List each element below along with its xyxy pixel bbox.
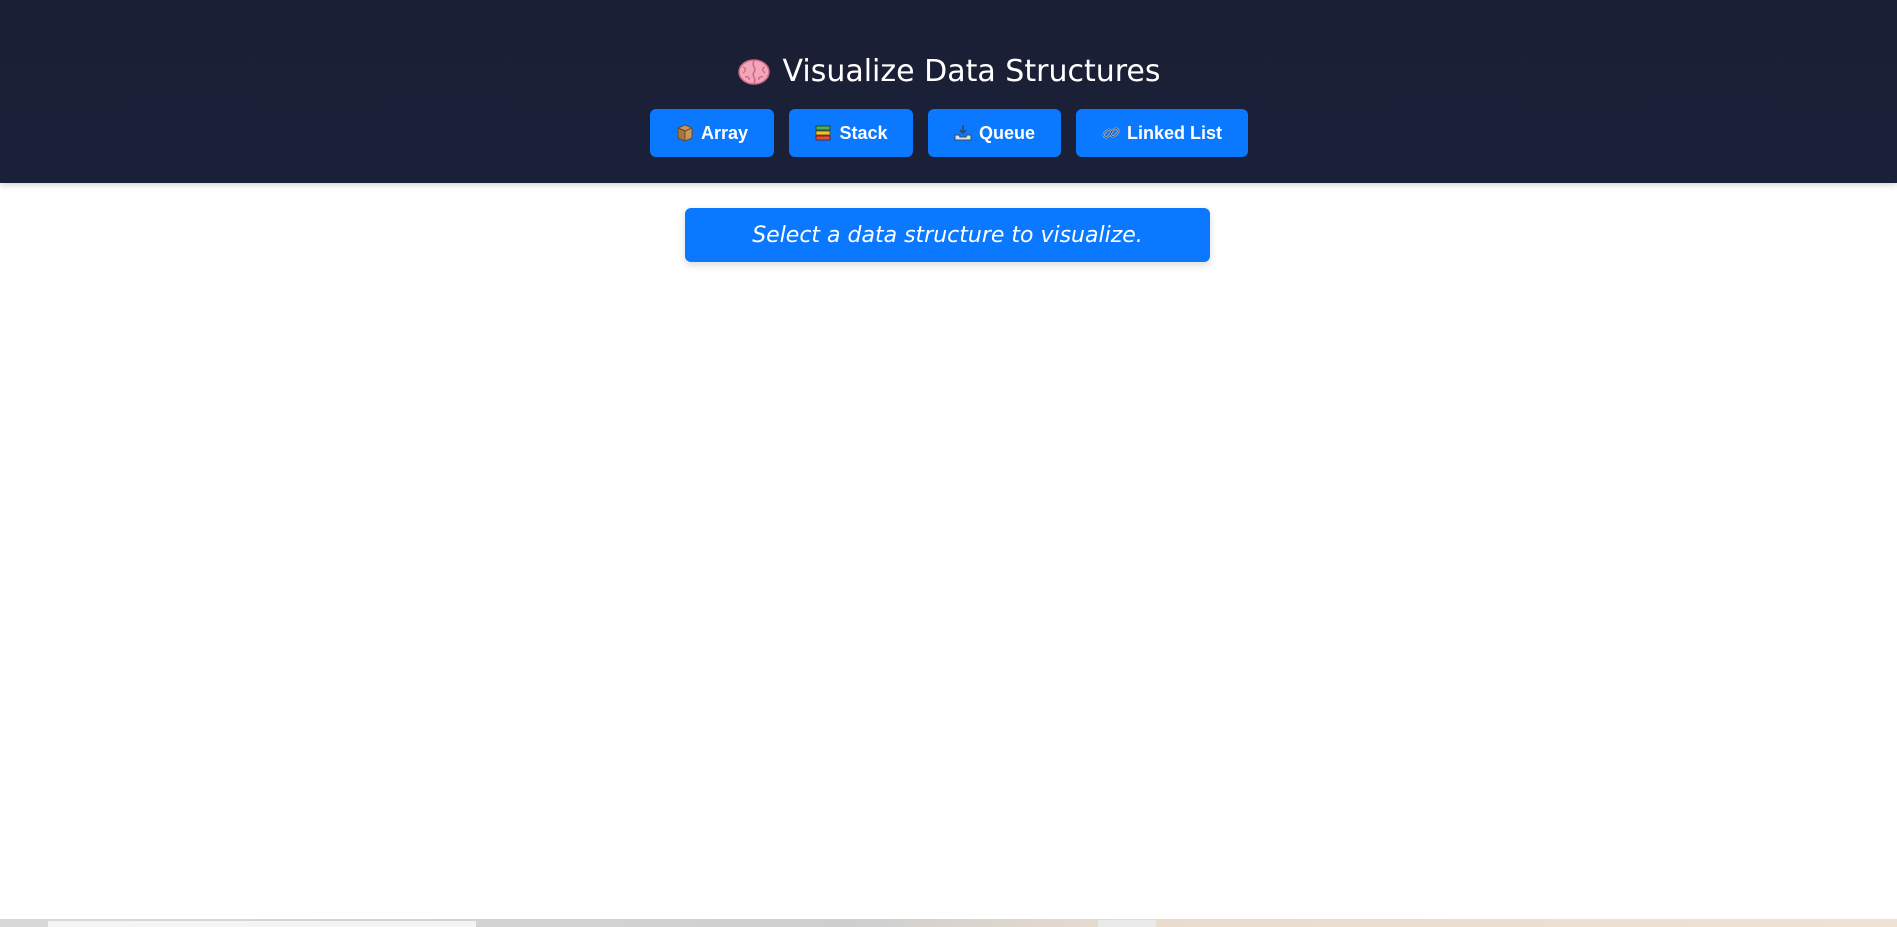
link-icon xyxy=(1101,123,1121,143)
stack-button[interactable]: Stack xyxy=(788,109,913,157)
page-title-text: Visualize Data Structures xyxy=(782,54,1161,89)
brain-icon xyxy=(737,57,771,85)
books-icon xyxy=(813,123,833,143)
stack-button-label: Stack xyxy=(839,122,888,143)
page-title: Visualize Data Structures xyxy=(0,52,1897,92)
inbox-tray-icon xyxy=(953,123,973,143)
app-header: Visualize Data Structures Array Stack Qu… xyxy=(0,0,1897,183)
structure-nav: Array Stack Queue Linked List xyxy=(0,109,1897,157)
package-icon xyxy=(675,123,695,143)
bottom-edge-segment xyxy=(48,921,476,927)
linked-list-button[interactable]: Linked List xyxy=(1075,109,1248,157)
bottom-edge-segment xyxy=(1098,920,1156,927)
queue-button[interactable]: Queue xyxy=(927,109,1061,157)
queue-button-label: Queue xyxy=(978,122,1035,143)
array-button-label: Array xyxy=(700,122,749,143)
array-button[interactable]: Array xyxy=(649,109,774,157)
status-message: Select a data structure to visualize. xyxy=(685,208,1210,262)
linked-list-button-label: Linked List xyxy=(1126,122,1222,143)
bottom-edge xyxy=(0,919,1897,927)
